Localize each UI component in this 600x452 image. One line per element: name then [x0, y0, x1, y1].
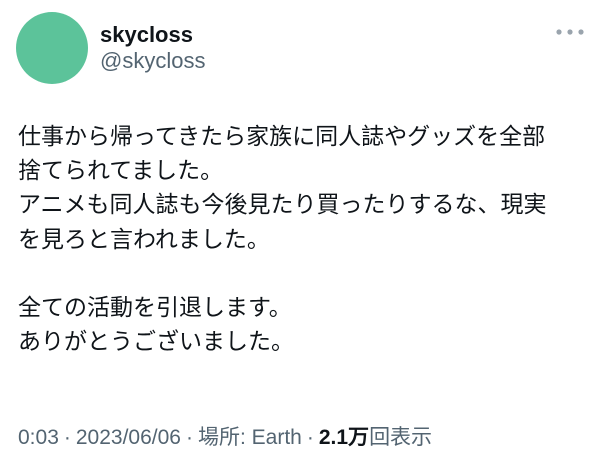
tweet-text-line: ありがとうございました。 — [18, 329, 294, 356]
display-name[interactable]: skycloss — [100, 22, 193, 48]
meta-separator: · — [63, 426, 71, 449]
tweet-text-line: を見ろと言われました。 — [18, 226, 270, 253]
meta-separator: · — [185, 426, 193, 449]
tweet-metadata: 0:03 · 2023/06/06 · 場所: Earth · 2.1万回表示 — [18, 424, 432, 452]
tweet-location: 場所: Earth — [197, 426, 302, 449]
tweet-text-line: アニメも同人誌も今後見たり買ったりするな、現実 — [18, 192, 547, 219]
tweet-card: skycloss @skycloss 仕事から帰ってきたら家族に同人誌やグッズを… — [0, 0, 600, 449]
tweet-text-line: 仕事から帰ってきたら家族に同人誌やグッズを全部 — [18, 124, 546, 150]
more-horizontal-icon — [556, 29, 584, 35]
user-handle[interactable]: @skycloss — [100, 48, 205, 74]
views-count[interactable]: 2.1万 — [319, 426, 369, 449]
meta-separator: · — [306, 426, 314, 449]
tweet-text-line: 捨てられてました。 — [18, 158, 224, 185]
tweet-text-line: 全ての活動を引退します。 — [18, 294, 292, 321]
avatar[interactable] — [16, 12, 88, 84]
tweet-text: 仕事から帰ってきたら家族に同人誌やグッズを全部 捨てられてました。 アニメも同人… — [18, 120, 598, 359]
tweet-time[interactable]: 0:03 — [18, 426, 59, 449]
tweet-date[interactable]: 2023/06/06 — [76, 426, 181, 449]
more-options-button[interactable] — [552, 20, 588, 44]
views-label: 回表示 — [369, 426, 433, 449]
